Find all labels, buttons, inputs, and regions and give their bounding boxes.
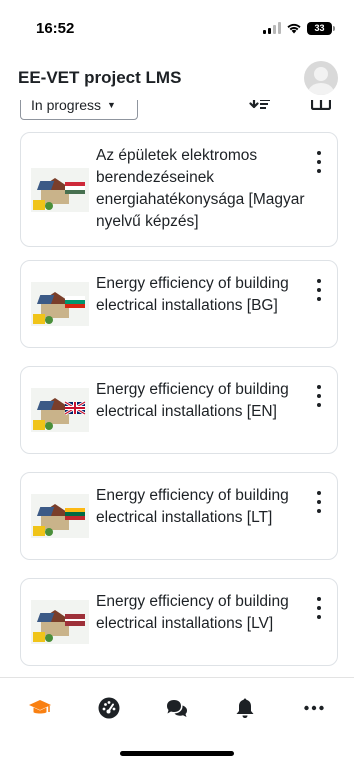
course-options-icon[interactable] xyxy=(311,595,327,621)
course-image xyxy=(31,388,89,432)
wifi-icon xyxy=(287,23,301,34)
battery-icon: 33 xyxy=(307,21,335,35)
course-options-icon[interactable] xyxy=(311,383,327,409)
bell-icon xyxy=(236,698,254,718)
course-title[interactable]: Energy efficiency of building electrical… xyxy=(96,379,306,423)
course-card[interactable]: Energy efficiency of building electrical… xyxy=(20,260,338,348)
tab-notifications[interactable] xyxy=(220,688,270,728)
status-bar: 16:52 33 xyxy=(0,0,354,56)
course-filter-select[interactable]: In progress ▼ xyxy=(20,100,138,120)
status-time: 16:52 xyxy=(36,19,75,37)
page-title: EE-VET project LMS xyxy=(18,68,182,87)
course-image xyxy=(31,167,89,212)
tab-my-courses[interactable] xyxy=(15,688,65,728)
course-options-icon[interactable] xyxy=(311,277,327,303)
tab-messages[interactable] xyxy=(152,688,202,728)
grid-view-icon[interactable] xyxy=(311,100,331,110)
course-card[interactable]: Energy efficiency of building electrical… xyxy=(20,578,338,666)
battery-level: 33 xyxy=(314,23,325,33)
user-avatar-icon[interactable] xyxy=(304,61,338,95)
home-indicator[interactable] xyxy=(120,751,234,756)
course-title[interactable]: Energy efficiency of building electrical… xyxy=(96,485,306,529)
course-options-icon[interactable] xyxy=(311,489,327,515)
course-filter-row: In progress ▼ xyxy=(20,100,338,120)
tab-more[interactable] xyxy=(289,688,339,728)
course-image xyxy=(31,282,89,326)
course-card[interactable]: Energy efficiency of building electrical… xyxy=(20,366,338,454)
app-header: EE-VET project LMS xyxy=(0,56,354,100)
bottom-tab-bar xyxy=(0,677,354,737)
dashboard-icon xyxy=(98,697,120,718)
cellular-signal-icon xyxy=(263,22,281,34)
course-title[interactable]: Energy efficiency of building electrical… xyxy=(96,273,306,317)
course-card[interactable]: Energy efficiency of building electrical… xyxy=(20,472,338,560)
messages-icon xyxy=(166,699,187,717)
course-options-icon[interactable] xyxy=(311,149,327,175)
chevron-down-icon: ▼ xyxy=(107,100,116,110)
sort-icon[interactable] xyxy=(249,100,271,110)
graduation-cap-icon xyxy=(29,699,52,713)
course-image xyxy=(31,494,89,538)
more-icon xyxy=(304,705,324,710)
status-icons: 33 xyxy=(263,21,335,35)
course-image xyxy=(31,600,89,644)
course-title[interactable]: Energy efficiency of building electrical… xyxy=(96,591,306,635)
course-filter-value: In progress xyxy=(31,100,102,113)
course-title[interactable]: Az épületek elektromos berendezéseinek e… xyxy=(96,145,306,233)
course-list-area[interactable]: In progress ▼ Az épületek elektromos ber xyxy=(0,100,354,675)
tab-dashboard[interactable] xyxy=(84,688,134,728)
course-card[interactable]: Az épületek elektromos berendezéseinek e… xyxy=(20,132,338,247)
